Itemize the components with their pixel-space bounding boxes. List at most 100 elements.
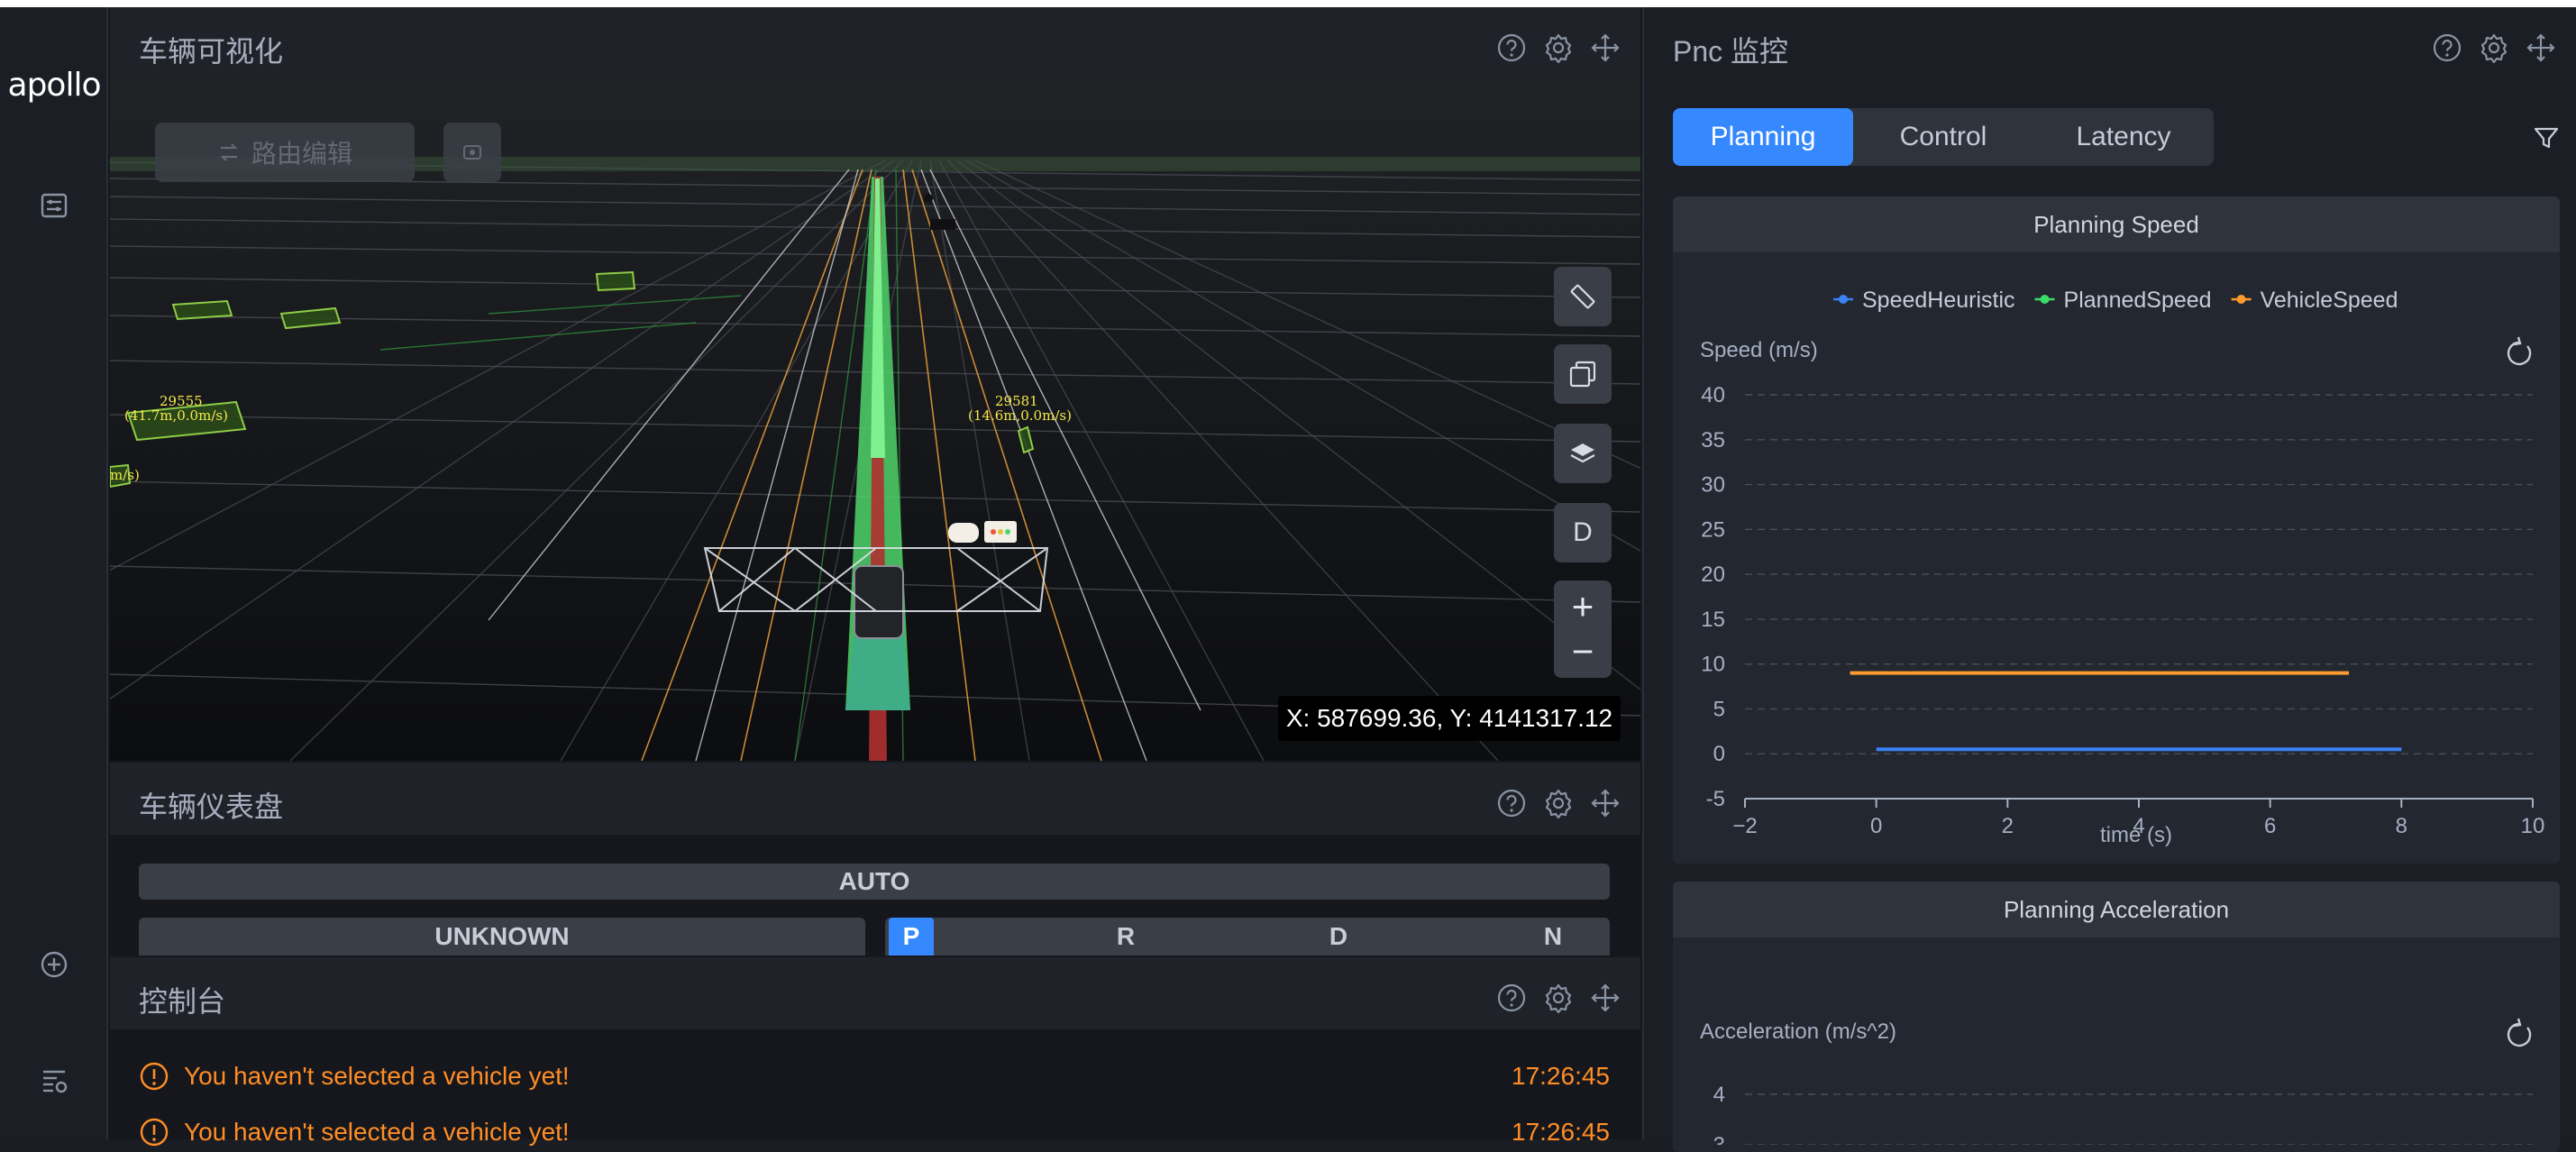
- x-tick-label: 10: [2521, 814, 2545, 838]
- dash-panel-title: 车辆仪表盘: [139, 791, 284, 823]
- layers-icon: [1570, 443, 1595, 463]
- 3d-scene-viewport[interactable]: 29555 (41.7m,0.0m/s) 29581 (14.6m,0.0m/s…: [110, 79, 1640, 761]
- route-record-icon: [463, 145, 481, 160]
- rail-mode-button[interactable]: [34, 186, 74, 225]
- y-tick-label: 15: [1701, 608, 1725, 632]
- left-rail: apollo: [0, 7, 108, 1139]
- legend-marker: [2236, 295, 2246, 304]
- ruler-tool-button[interactable]: [1554, 267, 1612, 326]
- log-message: You haven't selected a vehicle yet!: [184, 1118, 570, 1146]
- log-time: 17:26:45: [1512, 1118, 1610, 1146]
- pnc-panel-title: Pnc 监控: [1673, 35, 1789, 68]
- zoom-control: + −: [1554, 581, 1612, 678]
- gear-d: D: [1329, 922, 1348, 950]
- console-panel-header: 控制台: [110, 957, 1640, 1029]
- x-tick-label: −2: [1732, 814, 1757, 838]
- add-circle-icon: [41, 951, 68, 978]
- gear-icon[interactable]: [1543, 32, 1574, 63]
- view-mode-d-button[interactable]: D: [1554, 503, 1612, 562]
- route-edit-label: 路由编辑: [251, 140, 352, 168]
- layers-button[interactable]: [1554, 424, 1612, 483]
- planning-acceleration-card: Planning Acceleration Acceleration (m/s^…: [1673, 882, 2560, 1152]
- console-log-row: You haven't selected a vehicle yet! 17:2…: [139, 1058, 1610, 1094]
- mode-settings-icon: [41, 193, 68, 218]
- x-tick-label: 0: [1870, 814, 1882, 838]
- zoom-in-button[interactable]: +: [1554, 584, 1612, 629]
- chart-yticks: -5 0 5 10 15 20 25 30 35 40: [1701, 383, 1725, 811]
- vis-panel-title: 车辆可视化: [139, 35, 284, 68]
- filter-icon[interactable]: [2533, 124, 2560, 151]
- chart-ylabel: Speed (m/s): [1700, 338, 1818, 362]
- help-icon[interactable]: [2432, 32, 2462, 63]
- vis-panel-header: 车辆可视化: [110, 7, 1640, 79]
- copy-icon: [1569, 361, 1596, 388]
- x-tick-label: 6: [2264, 814, 2276, 838]
- apollo-logo: apollo: [7, 67, 102, 104]
- y-tick-label: 4: [1713, 1083, 1725, 1107]
- refresh-icon[interactable]: [2507, 336, 2532, 366]
- y-tick-label: -5: [1706, 787, 1725, 811]
- rail-settings-button[interactable]: [34, 1060, 74, 1100]
- chart-xlabel: time (s): [2100, 823, 2172, 847]
- move-icon[interactable]: [1590, 32, 1621, 63]
- y-tick-label: 0: [1713, 742, 1725, 766]
- move-icon[interactable]: [1590, 983, 1621, 1013]
- gear-icon[interactable]: [1543, 788, 1574, 818]
- app-root: apollo 车辆可视化 29555 (41.7m,0.0m/s) 29581 …: [0, 0, 2576, 1152]
- vehicle-visualization-panel: 车辆可视化 29555 (41.7m,0.0m/s) 29581 (14.6m,…: [110, 7, 1640, 761]
- rail-add-button[interactable]: [34, 945, 74, 984]
- help-icon[interactable]: [1496, 983, 1527, 1013]
- tab-control[interactable]: Control: [1853, 108, 2033, 166]
- log-time: 17:26:45: [1512, 1062, 1610, 1090]
- copy-view-button[interactable]: [1554, 344, 1612, 404]
- tab-planning[interactable]: Planning: [1673, 108, 1853, 166]
- pnc-monitor-panel: Pnc 监控 Planning Control Latency Planning…: [1642, 7, 2576, 1152]
- move-icon[interactable]: [2526, 32, 2556, 63]
- legend-label[interactable]: PlannedSpeed: [2064, 288, 2212, 313]
- y-tick-label: 5: [1713, 697, 1725, 721]
- list-settings-icon: [43, 1070, 68, 1093]
- route-swap-icon: [220, 143, 238, 161]
- legend-marker: [1839, 295, 1848, 304]
- y-tick-label: 40: [1701, 383, 1725, 407]
- planning-speed-chart: SpeedHeuristic PlannedSpeed VehicleSpeed S…: [1700, 288, 2545, 847]
- warning-icon: [140, 1118, 169, 1147]
- tab-latency[interactable]: Latency: [2033, 108, 2214, 166]
- x-tick-label: 8: [2396, 814, 2407, 838]
- x-tick-label: 2: [2002, 814, 2014, 838]
- chart-legend: SpeedHeuristic PlannedSpeed VehicleSpeed: [1833, 288, 2398, 313]
- y-tick-label: 20: [1701, 562, 1725, 587]
- route-edit-button[interactable]: 路由编辑: [155, 123, 415, 182]
- gear-n: N: [1543, 922, 1563, 950]
- planning-speed-card: Planning Speed SpeedHeuristic PlannedSpee…: [1673, 197, 2560, 864]
- y-tick-label: 35: [1701, 428, 1725, 453]
- obstacle-info-29581: (14.6m,0.0m/s): [968, 407, 1072, 424]
- legend-label[interactable]: SpeedHeuristic: [1862, 288, 2015, 313]
- obstacle-info-29555: (41.7m,0.0m/s): [124, 407, 228, 424]
- chart-grid: [1745, 394, 2533, 800]
- planning-acceleration-title: Planning Acceleration: [1673, 882, 2560, 937]
- zoom-out-button[interactable]: −: [1554, 629, 1612, 674]
- y-tick-label: 25: [1701, 517, 1725, 542]
- legend-label[interactable]: VehicleSpeed: [2261, 288, 2398, 313]
- gear-icon[interactable]: [1543, 983, 1574, 1013]
- route-record-button[interactable]: [443, 123, 501, 182]
- dash-panel-header: 车辆仪表盘: [110, 763, 1640, 835]
- chart-grid: 432: [1713, 1083, 2533, 1145]
- console-log-row: You haven't selected a vehicle yet! 17:2…: [139, 1114, 1610, 1150]
- console-panel-title: 控制台: [139, 985, 226, 1018]
- help-icon[interactable]: [1496, 32, 1527, 63]
- gear-icon[interactable]: [2479, 32, 2509, 63]
- refresh-icon[interactable]: [2507, 1018, 2532, 1047]
- drive-mode-bar: AUTO: [139, 864, 1610, 900]
- pnc-panel-header: Pnc 监控: [1644, 7, 2576, 79]
- move-icon[interactable]: [1590, 788, 1621, 818]
- y-tick-label: 10: [1701, 653, 1725, 677]
- gear-p: P: [889, 918, 934, 955]
- legend-marker: [2040, 295, 2050, 304]
- warning-icon: [140, 1062, 169, 1091]
- vehicle-status-bar: UNKNOWN: [139, 918, 865, 955]
- help-icon[interactable]: [1496, 788, 1527, 818]
- obstacle-info-edge: m/s): [110, 467, 140, 483]
- top-edge: [0, 0, 2576, 7]
